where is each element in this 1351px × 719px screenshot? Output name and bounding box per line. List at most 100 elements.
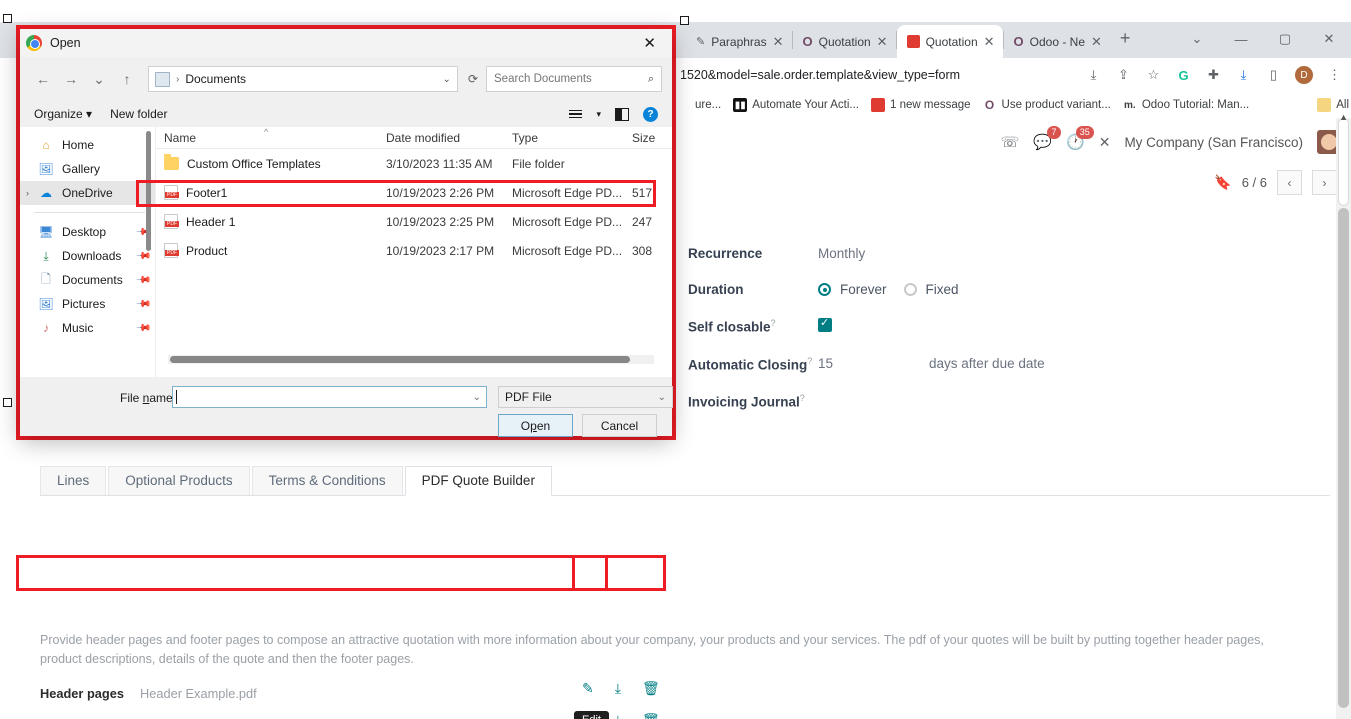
up-button[interactable]: ↑	[114, 66, 140, 92]
chevron-down-icon[interactable]: ▾	[596, 109, 601, 120]
file-name-input[interactable]: ⌄	[172, 386, 487, 408]
help-marker[interactable]: ?	[800, 393, 805, 403]
search-input[interactable]: Search Documents ⌕	[486, 66, 662, 92]
bookmark-item-message[interactable]: 1 new message	[870, 98, 971, 112]
download-icon[interactable]: ⤓	[615, 680, 621, 697]
tab-pdf-quote-builder[interactable]: PDF Quote Builder	[404, 466, 552, 496]
profile-avatar-icon[interactable]: D	[1295, 66, 1313, 84]
pager-next-button[interactable]: ›	[1312, 170, 1337, 195]
refresh-icon[interactable]: ⟳	[460, 72, 478, 86]
help-marker[interactable]: ?	[771, 318, 776, 328]
scroll-up-arrow-icon[interactable]: ▲	[1339, 112, 1348, 122]
sidepanel-icon[interactable]: ▯	[1265, 67, 1282, 84]
sidebar-item-documents[interactable]: 🗋 Documents 📌	[20, 268, 155, 292]
close-icon[interactable]: ✕	[633, 34, 666, 52]
sidebar-item-music[interactable]: ♪ Music 📌	[20, 316, 155, 340]
share-icon[interactable]: ⇪	[1115, 67, 1132, 84]
preview-pane-icon[interactable]	[615, 107, 629, 121]
browser-tab-paraphrase[interactable]: ✎ Paraphras ✕	[686, 25, 792, 58]
field-value-automatic-closing[interactable]: 15	[818, 356, 833, 371]
bookmark-item-automate[interactable]: ▮▮ Automate Your Acti...	[733, 98, 859, 112]
table-row[interactable]: Custom Office Templates 3/10/2023 11:35 …	[156, 149, 672, 178]
new-folder-button[interactable]: New folder	[110, 107, 167, 121]
tab-optional-products[interactable]: Optional Products	[108, 466, 250, 495]
bookmark-item-0[interactable]: ure...	[676, 98, 721, 112]
checkbox-self-closable[interactable]	[818, 316, 832, 332]
bookmark-item-all-bookmarks[interactable]: All Bookmarks	[1317, 98, 1351, 112]
back-button[interactable]: ←	[30, 66, 56, 92]
new-tab-button[interactable]: +	[1110, 28, 1141, 53]
trash-icon[interactable]: 🗑	[642, 712, 660, 719]
chevron-down-icon[interactable]: ⌄	[473, 392, 486, 403]
install-icon[interactable]: ⤓	[1085, 67, 1102, 84]
column-header-date-modified[interactable]: Date modified	[378, 131, 504, 145]
sidebar-item-desktop[interactable]: 🖥 Desktop 📌	[20, 220, 155, 244]
sidebar-item-onedrive[interactable]: › ☁ OneDrive	[20, 181, 155, 205]
chrome-menu-icon[interactable]: ⋮	[1326, 67, 1343, 84]
help-icon[interactable]: ?	[643, 106, 658, 122]
scrollbar-thumb[interactable]	[1338, 118, 1349, 206]
bookmark-star-icon[interactable]: ☆	[1145, 67, 1162, 84]
download-icon[interactable]: ⤓	[615, 712, 621, 719]
chevron-down-icon[interactable]: ⌄	[443, 74, 451, 85]
extensions-puzzle-icon[interactable]: ✚	[1205, 67, 1222, 84]
recent-locations-button[interactable]: ⌄	[86, 66, 112, 92]
phone-icon[interactable]: ☏	[1001, 133, 1020, 151]
pencil-icon[interactable]: ✎	[582, 680, 594, 697]
maximize-button[interactable]: ▢	[1263, 22, 1307, 56]
text-caret	[176, 390, 177, 404]
radio-fixed[interactable]	[903, 283, 917, 296]
activities-badge: 35	[1075, 126, 1094, 139]
radio-forever[interactable]	[818, 283, 831, 296]
bookmark-item-product-variant[interactable]: O Use product variant...	[983, 98, 1111, 112]
bookmark-item-odoo-tutorial[interactable]: m. Odoo Tutorial: Man...	[1123, 98, 1249, 112]
search-placeholder: Search Documents	[494, 73, 592, 85]
close-window-button[interactable]: ✕	[1307, 22, 1351, 56]
table-row[interactable]: Header 1 10/19/2023 2:25 PM Microsoft Ed…	[156, 207, 672, 236]
trash-icon[interactable]: 🗑	[642, 680, 660, 697]
forward-button[interactable]: →	[58, 66, 84, 92]
minimize-button[interactable]: —	[1219, 22, 1263, 56]
close-icon[interactable]: ✕	[1091, 35, 1102, 48]
sidebar-item-gallery[interactable]: 🖼 Gallery	[20, 157, 155, 181]
wrench-icon[interactable]: ✕	[1099, 134, 1111, 151]
tab-terms-conditions[interactable]: Terms & Conditions	[251, 466, 403, 495]
table-row[interactable]: Product 10/19/2023 2:17 PM Microsoft Edg…	[156, 236, 672, 265]
column-header-size[interactable]: Size	[624, 131, 664, 145]
browser-tab-odoo[interactable]: O Odoo - Ne ✕	[1003, 25, 1110, 58]
chevron-right-icon[interactable]: ›	[26, 188, 29, 198]
close-icon[interactable]: ✕	[984, 35, 995, 48]
tab-search-icon[interactable]: ⌄	[1175, 22, 1219, 56]
tab-lines[interactable]: Lines	[40, 466, 107, 495]
browser-tab-quotation-2[interactable]: Quotation ✕	[896, 25, 1003, 58]
activities-counter[interactable]: 🕐 35	[1066, 126, 1094, 151]
sidebar-item-downloads[interactable]: ⤓ Downloads 📌	[20, 244, 155, 268]
organize-button[interactable]: Organize ▾	[34, 107, 92, 121]
close-icon[interactable]: ✕	[773, 35, 784, 48]
column-header-type[interactable]: Type	[504, 131, 624, 145]
cancel-button[interactable]: Cancel	[582, 414, 657, 437]
horizontal-scrollbar-thumb[interactable]	[170, 356, 630, 363]
file-type-select[interactable]: PDF File ⌄	[498, 386, 673, 408]
address-breadcrumb[interactable]: › Documents ⌄	[148, 66, 458, 92]
grammarly-icon[interactable]: G	[1175, 67, 1192, 84]
browser-tab-quotation-1[interactable]: O Quotation ✕	[792, 25, 896, 58]
downloads-icon[interactable]: ⤓	[1235, 67, 1252, 84]
music-icon: ♪	[43, 321, 49, 335]
page-scrollbar[interactable]	[1336, 118, 1351, 719]
scrollbar-track-lower[interactable]	[1338, 208, 1349, 708]
messages-counter[interactable]: 💬 7	[1033, 126, 1062, 151]
open-button[interactable]: Op en	[498, 414, 573, 437]
field-value-recurrence[interactable]: Monthly	[818, 246, 865, 261]
sidebar-item-pictures[interactable]: 🖼 Pictures 📌	[20, 292, 155, 316]
pager-previous-button[interactable]: ‹	[1277, 170, 1302, 195]
bookmark-icon[interactable]: 🔖	[1214, 174, 1231, 191]
file-list-horizontal-scrollbar[interactable]	[168, 355, 654, 364]
view-list-icon[interactable]	[569, 109, 583, 119]
close-icon[interactable]: ✕	[877, 35, 888, 48]
column-header-name[interactable]: Name ^	[156, 127, 378, 145]
address-bar-url[interactable]: 1520&model=sale.order.template&view_type…	[680, 68, 960, 82]
company-selector[interactable]: My Company (San Francisco)	[1124, 135, 1303, 150]
sidebar-item-home[interactable]: ⌂ Home	[20, 133, 155, 157]
help-marker[interactable]: ?	[807, 356, 812, 366]
